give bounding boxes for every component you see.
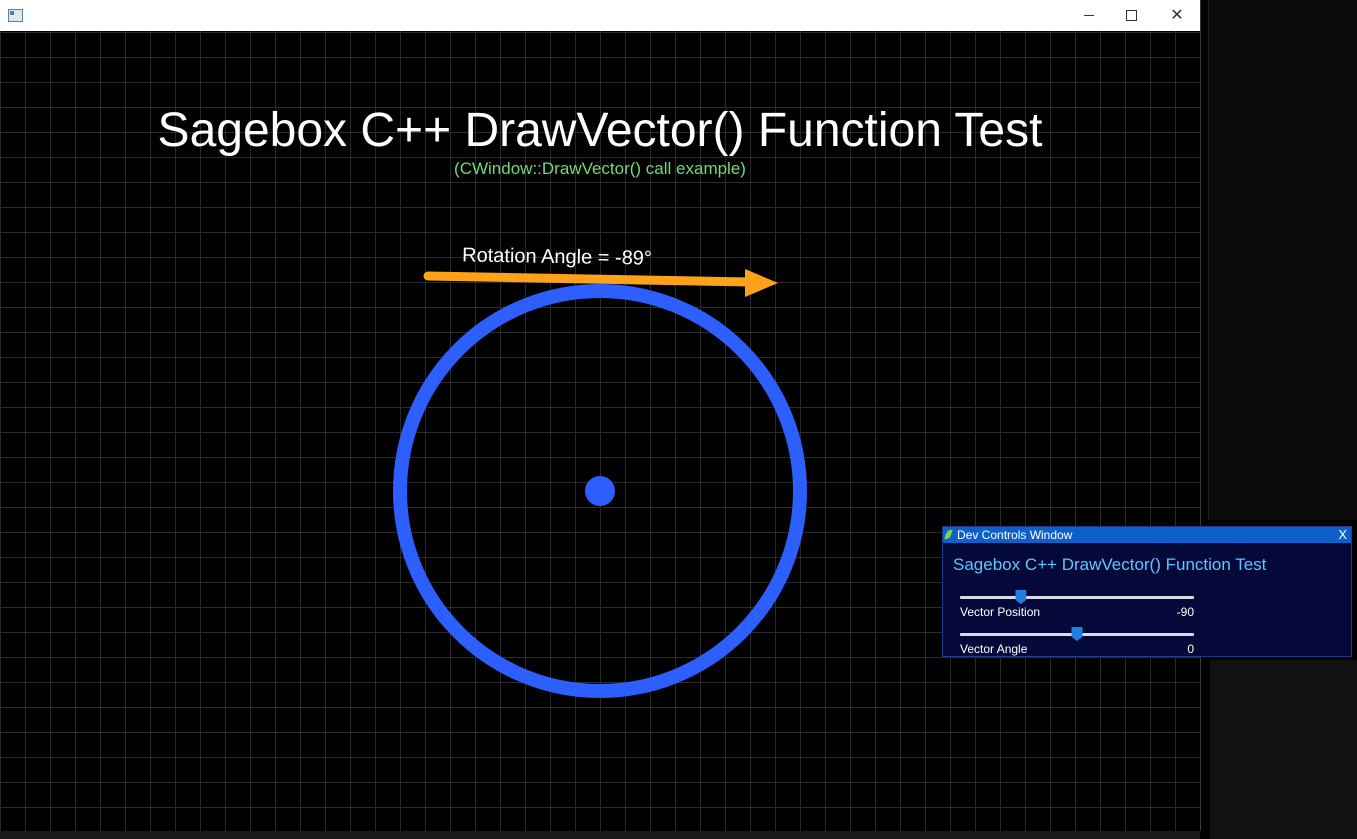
slider-track[interactable] bbox=[960, 596, 1194, 599]
minimize-icon bbox=[1084, 15, 1094, 16]
center-dot bbox=[585, 476, 615, 506]
close-icon: ✕ bbox=[1170, 6, 1184, 24]
dev-controls-window: Dev Controls Window X Sagebox C++ DrawVe… bbox=[942, 526, 1352, 657]
dev-controls-titlebar[interactable]: Dev Controls Window X bbox=[943, 527, 1351, 543]
slider-value: 0 bbox=[1187, 642, 1194, 656]
vector-position-slider[interactable]: Vector Position -90 bbox=[960, 590, 1194, 619]
background-window bbox=[1208, 0, 1357, 520]
maximize-button[interactable] bbox=[1108, 0, 1154, 31]
app-window-icon[interactable] bbox=[8, 9, 23, 22]
vector-shaft bbox=[423, 271, 755, 287]
close-button[interactable]: ✕ bbox=[1154, 0, 1200, 31]
slider-thumb[interactable] bbox=[1015, 590, 1027, 604]
leaf-icon bbox=[944, 528, 953, 541]
maximize-icon bbox=[1125, 10, 1137, 21]
dev-controls-close-button[interactable]: X bbox=[1338, 527, 1347, 543]
app-window: ✕ Sagebox C++ DrawVector() Function Test… bbox=[0, 0, 1201, 831]
desktop-background bbox=[1200, 0, 1357, 839]
slider-value: -90 bbox=[1176, 605, 1194, 619]
window-titlebar[interactable]: ✕ bbox=[0, 0, 1200, 32]
slider-label: Vector Position bbox=[960, 605, 1041, 619]
dev-controls-heading: Sagebox C++ DrawVector() Function Test bbox=[953, 555, 1267, 574]
dev-controls-title: Dev Controls Window bbox=[957, 528, 1073, 542]
minimize-button[interactable] bbox=[1066, 0, 1112, 31]
slider-label: Vector Angle bbox=[960, 642, 1028, 656]
desktop-strip bbox=[0, 831, 1200, 839]
drawing-canvas[interactable]: Sagebox C++ DrawVector() Function Test (… bbox=[0, 31, 1200, 831]
background-panel bbox=[1210, 660, 1357, 839]
vector-drawing: Rotation Angle = -89° bbox=[393, 244, 807, 698]
rotation-angle-label: Rotation Angle = -89° bbox=[462, 244, 652, 269]
screen: ✕ Sagebox C++ DrawVector() Function Test… bbox=[0, 0, 1357, 839]
slider-thumb[interactable] bbox=[1071, 627, 1083, 641]
vector-arrowhead bbox=[745, 269, 778, 297]
vector-angle-slider[interactable]: Vector Angle 0 bbox=[960, 627, 1194, 656]
